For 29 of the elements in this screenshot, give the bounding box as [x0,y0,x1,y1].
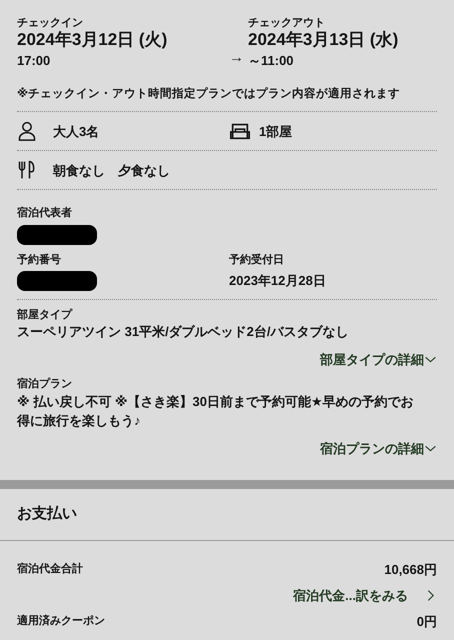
guests-text: 大人3名 [53,122,100,141]
price-breakdown-link[interactable]: 宿泊代金...訳をみる [293,586,437,606]
reservation-number-label: 予約番号 [17,252,62,268]
payment-label: 宿泊代金合計 [17,562,83,577]
check-in-time: 17:00 [17,52,52,70]
payment-label: 適用済みクーポン [17,614,105,629]
payment-amount: 0円 [416,612,437,631]
rooms-text: 1部屋 [259,122,292,141]
check-out-label: チェックアウト [248,16,326,30]
plan-details-link[interactable]: 宿泊プランの詳細 [320,438,437,458]
check-in-date: 2024年3月12日 (火) [17,30,168,51]
room-type-details-link[interactable]: 部屋タイプの詳細 [320,350,437,370]
reservation-date-value: 2023年12月28日 [229,272,326,290]
room-type-text: スーペリアツイン 31平米/ダブルベッド2台/バスタブなし [17,323,350,342]
plan-text: ※ 払い戻し不可 ※【さき楽】30日前まで予約可能★早めの予約でお得に旅行を楽しもう♪ [17,392,415,430]
room-type-label: 部屋タイプ [17,308,74,322]
meals-text: 朝食なし 夕食なし [53,162,170,180]
check-out-time: ～11:00 [248,52,295,70]
cutlery-icon [17,159,37,182]
payment-heading: お支払い [0,489,454,541]
reservation-date-label: 予約受付日 [229,252,285,268]
plan-label: 宿泊プラン [17,377,73,392]
check-out-date: 2024年3月13日 (水) [248,30,398,51]
person-icon [17,120,37,142]
representative-label: 宿泊代表者 [17,206,73,221]
notice-text: ※チェックイン・アウト時間指定プランではプラン内容が適用されます [17,70,437,112]
check-in-label: チェックイン [17,16,84,30]
arrow-icon: → [229,46,248,70]
payment-amount: 10,668円 [384,560,437,579]
